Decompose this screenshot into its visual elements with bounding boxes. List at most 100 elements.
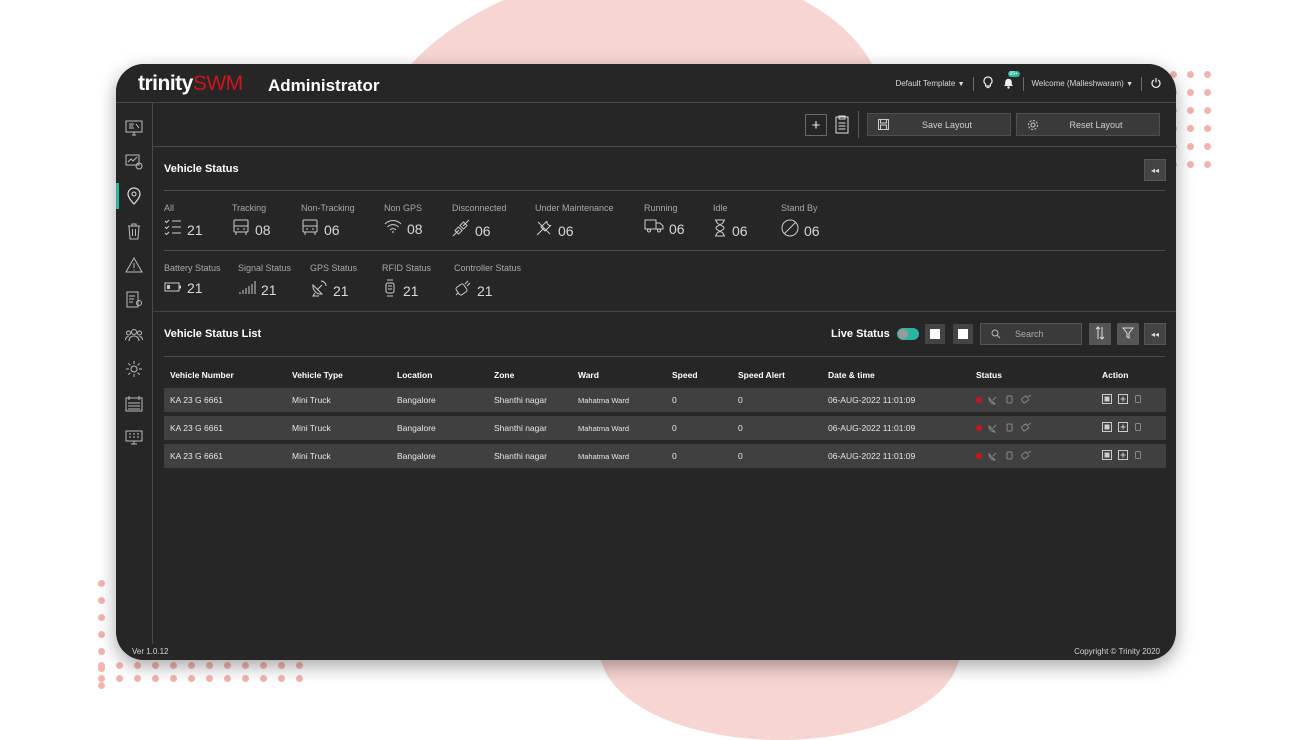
collapse-vehicle-status-button[interactable]: ◂◂ xyxy=(1144,159,1166,181)
unplugged-icon xyxy=(452,219,470,242)
controller-status-icon[interactable] xyxy=(1020,394,1032,406)
save-layout-button[interactable]: Save Layout xyxy=(867,113,1011,136)
vehicle-status-title: Vehicle Status xyxy=(164,163,239,175)
column-header[interactable]: Date & time xyxy=(822,366,970,384)
settings-gear-icon[interactable] xyxy=(122,357,146,381)
rfid-tag-icon xyxy=(382,279,398,302)
cell-status xyxy=(970,444,1096,468)
cell-vehicle-type: Mini Truck xyxy=(286,388,391,412)
controller-status-icon[interactable] xyxy=(1020,450,1032,462)
truck-front-icon xyxy=(232,219,250,241)
alert-icon[interactable] xyxy=(122,253,146,277)
screen-grid-icon[interactable] xyxy=(122,426,146,450)
cell-speed-alert: 0 xyxy=(732,416,822,440)
status-dot xyxy=(976,425,982,431)
add-icon[interactable] xyxy=(1118,450,1128,462)
add-icon[interactable] xyxy=(1118,394,1128,406)
gps-status-icon[interactable] xyxy=(988,394,999,407)
copyright-label: Copyright © Trinity 2020 xyxy=(1074,647,1160,656)
user-menu[interactable]: Welcome (Malleshwaram) ▼ xyxy=(1032,79,1134,88)
add-widget-button[interactable]: + xyxy=(805,114,827,136)
table-row[interactable]: KA 23 G 6661 Mini Truck Bangalore Shanth… xyxy=(164,388,1166,412)
stat-tracking[interactable]: Tracking 08 xyxy=(232,203,271,241)
column-header[interactable]: Vehicle Type xyxy=(286,366,391,384)
view-icon[interactable] xyxy=(1102,394,1112,406)
app-logo[interactable]: trinitySWM xyxy=(138,72,243,96)
stat-stand-by[interactable]: Stand By 06 xyxy=(781,203,820,242)
dashboard-icon[interactable] xyxy=(122,116,146,140)
reports-icon[interactable] xyxy=(122,150,146,174)
lightbulb-icon[interactable] xyxy=(982,76,994,91)
calendar-list-icon[interactable] xyxy=(122,392,146,416)
reset-layout-button[interactable]: Reset Layout xyxy=(1016,113,1160,136)
view-toggle-button-1[interactable] xyxy=(925,324,945,344)
stat-battery[interactable]: Battery Status 21 xyxy=(164,263,221,297)
checklist-icon xyxy=(164,219,182,240)
rfid-status-icon[interactable] xyxy=(1005,394,1014,407)
cell-ward: Mahatma Ward xyxy=(572,388,666,412)
cell-action xyxy=(1096,444,1166,468)
stat-running[interactable]: Running 06 xyxy=(644,203,685,238)
column-header[interactable]: Speed xyxy=(666,366,732,384)
column-header[interactable]: Status xyxy=(970,366,1096,384)
template-select[interactable]: Default Template ▼ xyxy=(895,79,964,88)
stat-non-gps[interactable]: Non GPS 08 xyxy=(384,203,423,238)
table-row[interactable]: KA 23 G 6661 Mini Truck Bangalore Shanth… xyxy=(164,444,1166,468)
gps-status-icon[interactable] xyxy=(988,422,999,435)
floppy-disk-icon xyxy=(878,119,912,130)
stat-under-maintenance[interactable]: Under Maintenance 06 xyxy=(535,203,614,242)
column-header[interactable]: Vehicle Number xyxy=(164,366,286,384)
sidebar xyxy=(116,103,153,644)
rfid-tag-icon[interactable] xyxy=(1134,422,1142,434)
stat-idle[interactable]: Idle 06 xyxy=(713,203,748,242)
stat-non-tracking[interactable]: Non-Tracking 06 xyxy=(301,203,355,241)
stat-signal[interactable]: Signal Status 21 xyxy=(238,263,291,300)
top-bar-controls: Default Template ▼ 99+ Welcome (Malleshw… xyxy=(895,71,1162,91)
clipboard-icon[interactable] xyxy=(835,115,849,139)
search-box[interactable] xyxy=(980,323,1082,345)
stat-disconnected[interactable]: Disconnected 06 xyxy=(452,203,507,242)
rfid-status-icon[interactable] xyxy=(1005,422,1014,435)
view-toggle-button-2[interactable] xyxy=(953,324,973,344)
stat-controller[interactable]: Controller Status 21 xyxy=(454,263,521,302)
stat-gps[interactable]: GPS Status 21 xyxy=(310,263,357,302)
signal-bars-icon xyxy=(238,279,256,300)
column-header[interactable]: Location xyxy=(391,366,488,384)
column-header[interactable]: Zone xyxy=(488,366,572,384)
stat-all[interactable]: All 21 xyxy=(164,203,203,240)
sort-button[interactable] xyxy=(1089,323,1111,345)
cell-zone: Shanthi nagar xyxy=(488,444,572,468)
collapse-vehicle-list-button[interactable]: ◂◂ xyxy=(1144,323,1166,345)
gps-status-icon[interactable] xyxy=(988,450,999,463)
power-icon[interactable] xyxy=(1150,77,1162,91)
divider xyxy=(164,190,1165,191)
users-group-icon[interactable] xyxy=(122,323,146,347)
filter-button[interactable] xyxy=(1117,323,1139,345)
rfid-status-icon[interactable] xyxy=(1005,450,1014,463)
status-dot xyxy=(976,453,982,459)
rfid-tag-icon[interactable] xyxy=(1134,394,1142,406)
view-icon[interactable] xyxy=(1102,450,1112,462)
add-icon[interactable] xyxy=(1118,422,1128,434)
cell-vehicle-number: KA 23 G 6661 xyxy=(164,388,286,412)
view-icon[interactable] xyxy=(1102,422,1112,434)
cell-action xyxy=(1096,416,1166,440)
cell-vehicle-type: Mini Truck xyxy=(286,416,391,440)
trash-bin-icon[interactable] xyxy=(122,219,146,243)
footer: Ver 1.0.12 Copyright © Trinity 2020 xyxy=(116,644,1176,660)
column-header[interactable]: Action xyxy=(1096,366,1166,384)
stat-rfid[interactable]: RFID Status 21 xyxy=(382,263,431,302)
notification-bell-icon[interactable]: 99+ xyxy=(1002,71,1020,91)
satellite-dish-icon xyxy=(310,279,328,302)
controller-status-icon[interactable] xyxy=(1020,422,1032,434)
search-input[interactable] xyxy=(1013,328,1077,340)
column-header[interactable]: Speed Alert xyxy=(732,366,822,384)
location-pin-icon[interactable] xyxy=(122,184,146,208)
rfid-tag-icon[interactable] xyxy=(1134,450,1142,462)
filter-funnel-icon xyxy=(1121,327,1135,341)
column-header[interactable]: Ward xyxy=(572,366,666,384)
table-row[interactable]: KA 23 G 6661 Mini Truck Bangalore Shanth… xyxy=(164,416,1166,440)
live-status-toggle[interactable] xyxy=(897,328,919,340)
document-user-icon[interactable] xyxy=(122,288,146,312)
cell-location: Bangalore xyxy=(391,444,488,468)
